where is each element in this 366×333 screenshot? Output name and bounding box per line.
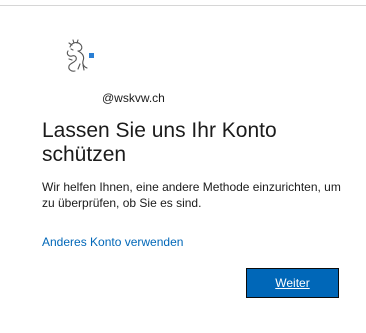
signin-dialog: @wskvw.ch Lassen Sie uns Ihr Konto schüt… [0, 0, 366, 333]
description-text: Wir helfen Ihnen, eine andere Methode ei… [42, 180, 341, 210]
page-title: Lassen Sie uns Ihr Konto schützen [42, 119, 277, 166]
lion-crest-icon [60, 39, 100, 75]
top-divider [0, 5, 366, 6]
next-button[interactable]: Weiter [246, 268, 339, 298]
account-email: @wskvw.ch [102, 91, 165, 105]
use-other-account-link[interactable]: Anderes Konto verwenden [42, 235, 183, 249]
